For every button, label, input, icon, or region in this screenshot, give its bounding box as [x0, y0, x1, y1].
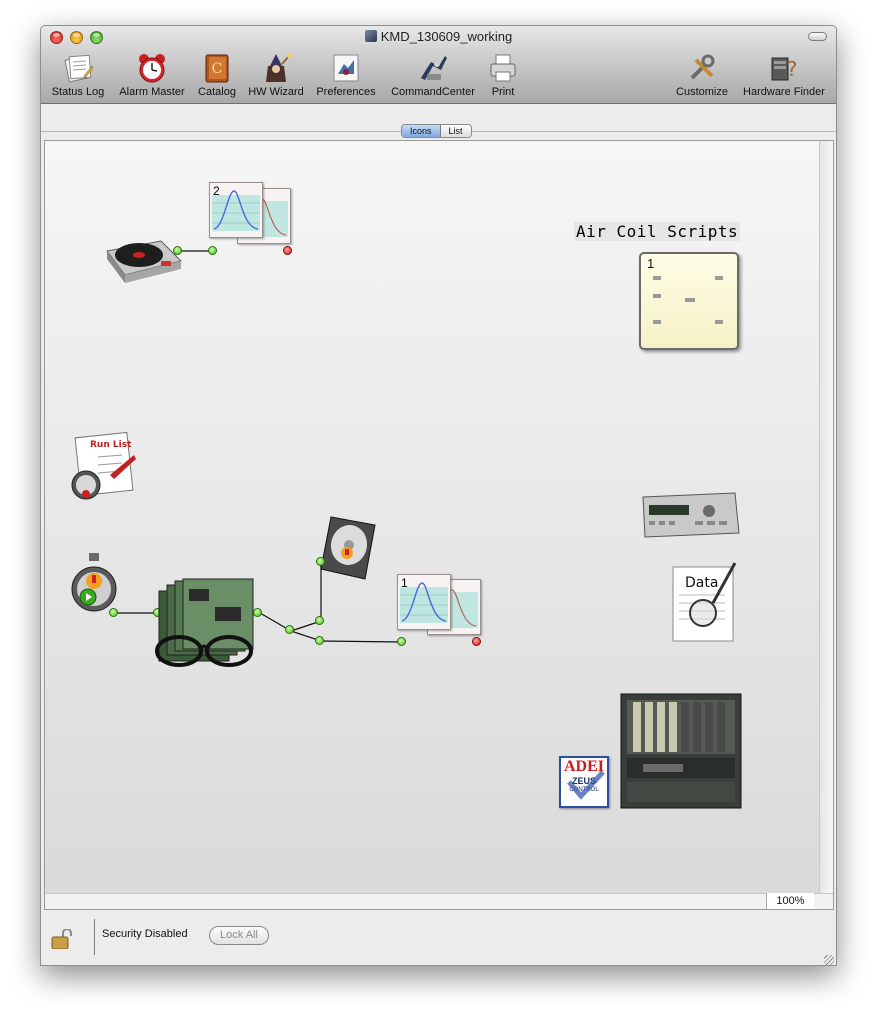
- function-generator-icon[interactable]: [639, 489, 741, 541]
- view-mode-list-tab[interactable]: List: [440, 125, 471, 137]
- circuit-boards-icon[interactable]: [145, 577, 269, 675]
- zoom-level[interactable]: 100%: [766, 893, 814, 909]
- vertical-scrollbar[interactable]: [819, 141, 833, 893]
- command-center-icon: [421, 56, 447, 80]
- run-list-label: Run List: [90, 440, 132, 450]
- plot-card-top[interactable]: 2: [209, 182, 263, 238]
- adei-check-icon: [567, 770, 605, 800]
- hardware-finder-button[interactable]: ? Hardware Finder: [739, 52, 829, 98]
- window-title: KMD_130609_working: [41, 29, 836, 44]
- hard-drive-input-connector[interactable]: [316, 557, 325, 566]
- horizontal-scrollbar[interactable]: [45, 893, 833, 909]
- customize-label: Customize: [676, 86, 728, 98]
- svg-text:?: ?: [787, 57, 798, 81]
- script-layout-icon: [653, 276, 723, 324]
- plot-bottom-output-connector[interactable]: [472, 637, 481, 646]
- experiment-canvas[interactable]: 2 Air Coil Scripts 1 Run List 1 Data ADE…: [44, 140, 834, 910]
- plot-top-output-connector[interactable]: [283, 246, 292, 255]
- splitter-input-connector[interactable]: [285, 625, 294, 634]
- command-center-label: CommandCenter: [391, 86, 475, 98]
- alarm-clock-icon: [139, 54, 165, 83]
- script-group-label: Air Coil Scripts: [574, 222, 741, 241]
- lock-all-button[interactable]: Lock All: [209, 926, 269, 945]
- wizard-icon: [266, 54, 291, 82]
- preferences-button[interactable]: Preferences: [313, 52, 379, 98]
- view-mode-icons-tab[interactable]: Icons: [402, 125, 441, 137]
- plot-card-bottom[interactable]: 1: [397, 574, 451, 630]
- adei-logo-icon[interactable]: ADEI ZEUS CONTROL: [559, 756, 609, 808]
- splitter-output-lower-connector[interactable]: [315, 636, 324, 645]
- plot-bottom-number: 1: [401, 576, 408, 590]
- data-document-icon: Data: [672, 562, 737, 642]
- data-file-icon[interactable]: Data: [669, 561, 741, 645]
- plot-bottom-input-connector[interactable]: [397, 637, 406, 646]
- alarm-master-label: Alarm Master: [119, 86, 185, 98]
- plot-top-number: 2: [213, 184, 220, 198]
- script-group-card[interactable]: 1: [639, 252, 739, 350]
- status-divider: [94, 919, 95, 955]
- run-list-icon[interactable]: Run List: [70, 431, 146, 503]
- toolbar-toggle-button[interactable]: [808, 32, 827, 41]
- turntable-icon[interactable]: [103, 227, 183, 289]
- unlocked-padlock-icon[interactable]: [51, 929, 73, 949]
- main-window: KMD_130609_working Status Log Alarm Mast…: [40, 25, 837, 966]
- run-control-output-connector[interactable]: [109, 608, 118, 617]
- catalog-book-icon: C: [205, 54, 229, 83]
- status-bar: Security Disabled Lock All: [41, 911, 836, 965]
- preferences-icon: [333, 54, 359, 82]
- preferences-label: Preferences: [316, 86, 376, 98]
- document-proxy-icon[interactable]: [364, 30, 377, 42]
- view-mode-segmented-control[interactable]: Icons List: [401, 124, 472, 138]
- plot-top-input-connector[interactable]: [208, 246, 217, 255]
- alarm-master-button[interactable]: Alarm Master: [115, 52, 189, 98]
- print-label: Print: [491, 86, 515, 98]
- turntable-output-connector[interactable]: [173, 246, 182, 255]
- status-log-icon: [64, 54, 94, 83]
- security-status-label: Security Disabled: [102, 928, 188, 940]
- title-bar: KMD_130609_working Status Log Alarm Mast…: [41, 26, 836, 104]
- boards-output-connector[interactable]: [253, 608, 262, 617]
- data-doc-label: Data: [685, 575, 718, 591]
- resize-grip-icon[interactable]: [824, 955, 834, 965]
- hardware-finder-icon: ?: [771, 57, 798, 81]
- hw-wizard-label: HW Wizard: [248, 86, 304, 98]
- command-center-button[interactable]: CommandCenter: [385, 52, 481, 98]
- catalog-button[interactable]: C Catalog: [195, 52, 239, 98]
- catalog-label: Catalog: [198, 86, 236, 98]
- hard-drive-icon[interactable]: [317, 513, 381, 583]
- script-group-count: 1: [647, 256, 655, 271]
- status-log-button[interactable]: Status Log: [49, 52, 107, 98]
- window-title-text: KMD_130609_working: [380, 29, 513, 44]
- printer-icon: [490, 54, 516, 82]
- svg-text:C: C: [212, 61, 223, 77]
- hw-wizard-button[interactable]: HW Wizard: [245, 52, 307, 98]
- status-log-label: Status Log: [51, 86, 105, 98]
- customize-button[interactable]: Customize: [671, 52, 733, 98]
- tools-icon: [690, 54, 715, 80]
- vme-crate-icon[interactable]: [619, 692, 743, 810]
- hardware-finder-label: Hardware Finder: [743, 86, 825, 98]
- print-button[interactable]: Print: [485, 52, 521, 98]
- splitter-output-upper-connector[interactable]: [315, 616, 324, 625]
